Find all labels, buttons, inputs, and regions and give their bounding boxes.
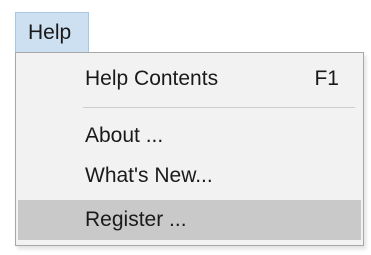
menu-bar: Help (0, 0, 371, 52)
menu-item-shortcut: F1 (314, 67, 339, 90)
menu-help[interactable]: Help (15, 12, 89, 52)
menu-item-help-contents[interactable]: Help Contents F1 (18, 59, 361, 99)
menu-item-label: What's New... (85, 164, 213, 187)
menu-item-about[interactable]: About ... (18, 116, 361, 156)
menu-item-label: Register ... (85, 208, 187, 231)
menu-item-label: Help Contents (85, 67, 219, 90)
menu-item-register[interactable]: Register ... (18, 200, 361, 240)
menu-item-whats-new[interactable]: What's New... (18, 156, 361, 196)
menu-separator (83, 107, 355, 108)
menu-item-label: About ... (85, 124, 164, 147)
help-dropdown-menu: Help Contents F1 About ... What's New...… (15, 52, 364, 246)
